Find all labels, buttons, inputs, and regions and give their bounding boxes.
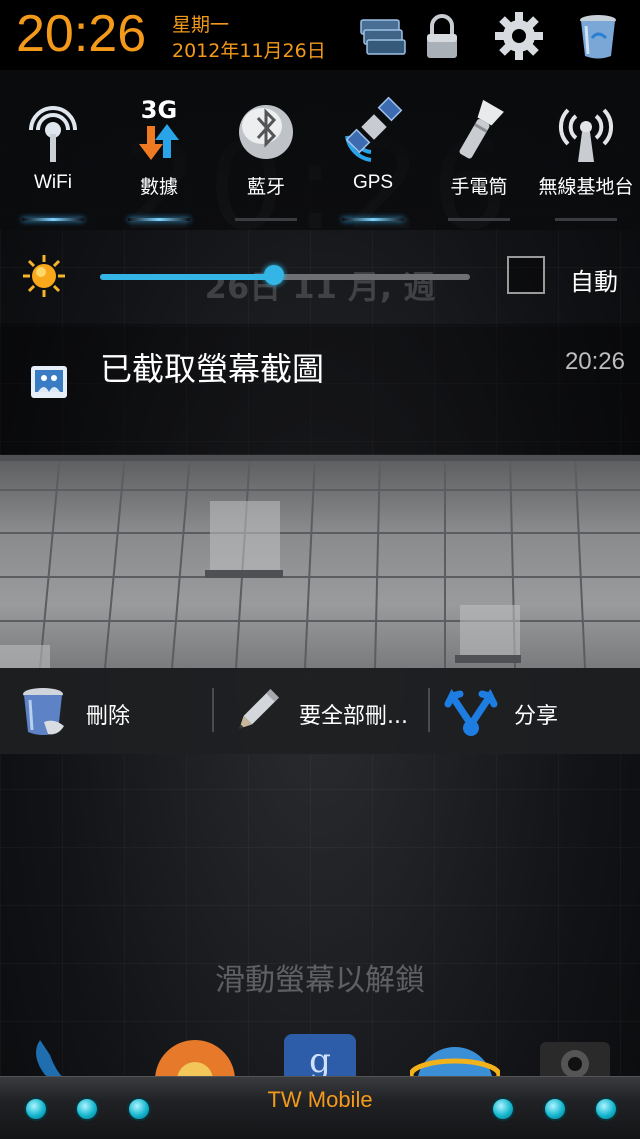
toggle-data[interactable]: 3G 數據 (106, 70, 212, 230)
toggle-indicator (22, 218, 84, 221)
flashlight-icon (459, 99, 504, 159)
toggle-label: WiFi (34, 172, 72, 193)
action-label: 要全部刪... (299, 704, 408, 729)
settings-icon[interactable] (493, 10, 545, 62)
toggle-gps[interactable]: GPS (320, 70, 426, 230)
browser-icon (410, 1047, 500, 1080)
toggle-indicator (235, 218, 297, 221)
toggle-indicator (342, 218, 404, 221)
status-time: 20:26 (16, 5, 147, 63)
screenshot-notification[interactable]: 已截取螢幕截圖 20:26 (0, 324, 640, 454)
toggle-label: 無線基地台 (538, 177, 634, 198)
quick-toggles: WiFi 3G 數據 藍牙 GPS 手電筒 無線基地台 (0, 70, 640, 230)
camera-icon (540, 1042, 610, 1080)
notification-title: 已截取螢幕截圖 (100, 350, 325, 388)
pencil-icon (239, 689, 279, 729)
brightness-slider[interactable] (100, 274, 470, 280)
svg-text:g: g (309, 1041, 331, 1080)
delete-button[interactable]: 刪除 (0, 668, 210, 754)
auto-brightness-checkbox[interactable] (507, 256, 545, 294)
delete-all-button[interactable]: 要全部刪... (214, 668, 426, 754)
google-search-icon: g (284, 1034, 356, 1080)
toggle-label: 藍牙 (246, 177, 285, 198)
toggle-flashlight[interactable]: 手電筒 (426, 70, 532, 230)
gallery-icon (31, 366, 67, 398)
unlock-hint: 滑動螢幕以解鎖 (215, 963, 425, 998)
toggle-label: GPS (352, 172, 394, 193)
page-indicator-dot (491, 1097, 515, 1121)
recent-apps-icon[interactable] (355, 10, 407, 62)
preview-tile-pattern (0, 455, 640, 668)
bluetooth-icon (239, 105, 293, 159)
lock-icon[interactable] (416, 10, 468, 62)
status-date: 2012年11月26日 (172, 40, 326, 62)
toggle-label: 手電筒 (450, 177, 508, 198)
chrome-icon (155, 1040, 235, 1080)
brightness-sun-icon (23, 255, 65, 297)
hotspot-icon (558, 108, 614, 162)
screenshot-preview[interactable] (0, 455, 640, 668)
notification-time: 20:26 (564, 348, 625, 375)
share-button[interactable]: 分享 (430, 668, 640, 754)
status-bar: 20:26 星期一 2012年11月26日 (0, 0, 640, 72)
auto-brightness-label: 自動 (570, 268, 618, 296)
toggle-hotspot[interactable]: 無線基地台 (533, 70, 639, 230)
phone-icon (36, 1040, 65, 1080)
toggle-indicator (448, 218, 510, 221)
brightness-slider-fill (100, 274, 274, 280)
toggle-label: 數據 (139, 177, 178, 198)
action-label: 分享 (514, 704, 559, 729)
page-indicator-dot (594, 1097, 618, 1121)
action-label: 刪除 (86, 704, 131, 729)
notification-actions: 刪除 要全部刪... 分享 (0, 668, 640, 754)
trash-icon (23, 688, 64, 735)
toggle-bluetooth[interactable]: 藍牙 (213, 70, 319, 230)
3g-data-icon: 3G (139, 96, 179, 160)
toggle-indicator (555, 218, 617, 221)
wifi-icon (29, 106, 77, 162)
brightness-slider-thumb[interactable] (263, 265, 284, 285)
share-icon (444, 689, 498, 736)
status-weekday: 星期一 (172, 14, 230, 36)
3g-badge: 3G (141, 96, 177, 124)
toggle-indicator (128, 218, 190, 221)
page-indicator-dot (543, 1097, 567, 1121)
toggle-wifi[interactable]: WiFi (0, 70, 106, 230)
trash-icon[interactable] (572, 10, 624, 62)
brightness-row: 自動 (0, 236, 640, 316)
gps-satellite-icon (345, 96, 403, 162)
bottom-bar: TW Mobile (0, 1076, 640, 1139)
